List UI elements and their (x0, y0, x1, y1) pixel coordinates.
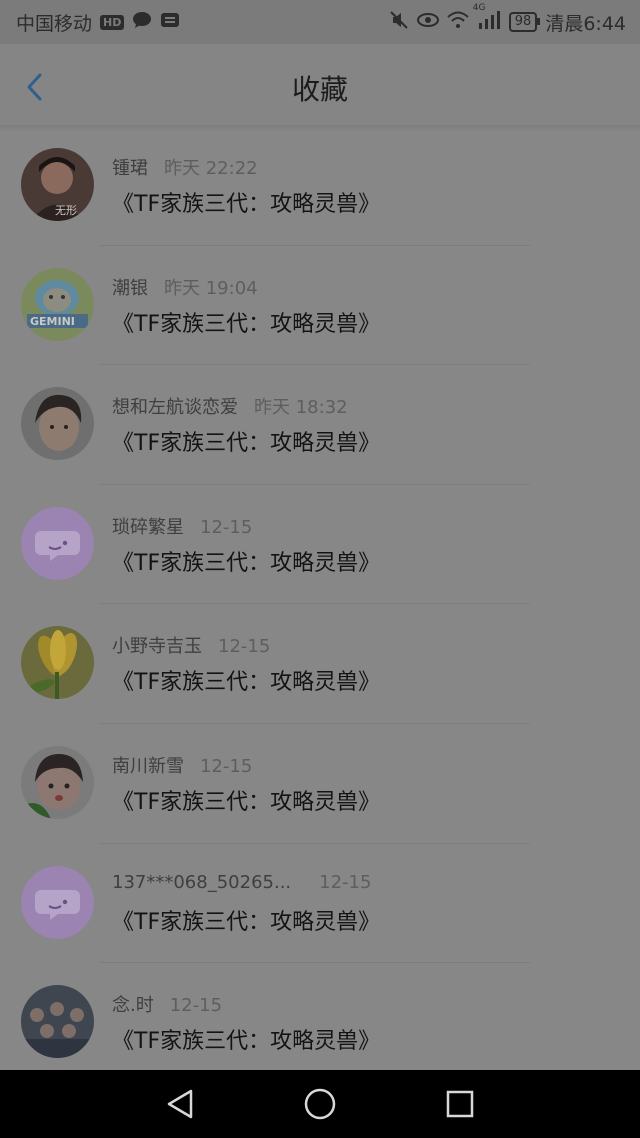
timestamp: 12-15 (169, 995, 223, 1017)
timestamp: 昨天 18:32 (254, 397, 348, 419)
avatar[interactable] (21, 985, 94, 1059)
timestamp: 12-15 (319, 871, 372, 893)
sender-name: 小野寺吉玉 (112, 636, 202, 658)
avatar[interactable] (21, 506, 94, 580)
avatar[interactable]: GEMINI (21, 267, 94, 341)
sender-name: 锺珺 (112, 158, 148, 179)
favorite-content: 《TF家族三代：攻略灵兽》 (112, 789, 381, 815)
favorite-content: 《TF家族三代：攻略灵兽》 (112, 311, 381, 337)
list-item[interactable]: 南川新雪 12-15 《TF家族三代：攻略灵兽》 (0, 724, 640, 844)
favorite-content: 《TF家族三代：攻略灵兽》 (112, 550, 381, 576)
svg-text:无形: 无形 (55, 204, 77, 217)
favorite-content: 《TF家族三代：攻略灵兽》 (112, 1029, 381, 1055)
triangle-back-icon (167, 1089, 193, 1119)
svg-text:GEMINI: GEMINI (30, 315, 75, 328)
navigation-bar (0, 1070, 640, 1138)
nav-home-button[interactable] (300, 1084, 340, 1124)
avatar[interactable] (21, 387, 94, 461)
sender-name: 念.时 (112, 995, 154, 1017)
sender-name: 137***068_50265... (112, 871, 292, 893)
nav-recent-button[interactable] (440, 1084, 480, 1124)
network-type-label: 4G (472, 2, 486, 13)
page-title: 收藏 (291, 73, 348, 106)
sender-name: 想和左航谈恋爱 (112, 397, 238, 419)
app-notification-icon (160, 11, 180, 34)
list-item[interactable]: 无形 锺珺 昨天 22:22 《TF家族三代：攻略灵兽》 (0, 126, 640, 246)
wifi-icon (447, 11, 469, 34)
sender-name: 琐碎繁星 (112, 516, 184, 538)
favorite-content: 《TF家族三代：攻略灵兽》 (112, 192, 381, 217)
hd-badge: HD (100, 14, 125, 30)
timestamp: 12-15 (200, 516, 253, 538)
timestamp: 昨天 19:04 (164, 277, 258, 299)
carrier-label: 中国移动 (16, 12, 93, 35)
avatar[interactable]: 无形 (21, 148, 94, 221)
square-recent-icon (446, 1090, 474, 1118)
timestamp: 12-15 (200, 755, 253, 777)
list-item[interactable]: 137***068_50265... 12-15 《TF家族三代：攻略灵兽》 (0, 844, 640, 964)
status-bar: 中国移动 HD 4G 98 清晨6:44 (0, 0, 640, 44)
nav-back-button[interactable] (160, 1084, 200, 1124)
timestamp: 昨天 22:22 (164, 158, 258, 179)
favorite-content: 《TF家族三代：攻略灵兽》 (112, 670, 381, 696)
avatar[interactable] (21, 626, 94, 700)
sender-name: 南川新雪 (112, 755, 184, 777)
circle-home-icon (304, 1088, 336, 1120)
favorite-content: 《TF家族三代：攻略灵兽》 (112, 909, 381, 935)
list-item[interactable]: 小野寺吉玉 12-15 《TF家族三代：攻略灵兽》 (0, 604, 640, 724)
list-item[interactable]: 想和左航谈恋爱 昨天 18:32 《TF家族三代：攻略灵兽》 (0, 365, 640, 485)
avatar[interactable] (21, 865, 94, 939)
sender-name: 潮银 (112, 277, 148, 299)
list-item[interactable]: GEMINI 潮银 昨天 19:04 《TF家族三代：攻略灵兽》 (0, 246, 640, 366)
message-icon (132, 11, 152, 34)
timestamp: 12-15 (218, 636, 271, 658)
clock: 清晨6:44 (545, 12, 626, 35)
favorites-list: 无形 锺珺 昨天 22:22 《TF家族三代：攻略灵兽》 GEMINI 潮银 昨天 … (0, 126, 640, 1070)
list-item[interactable]: 琐碎繁星 12-15 《TF家族三代：攻略灵兽》 (0, 485, 640, 605)
favorite-content: 《TF家族三代：攻略灵兽》 (112, 431, 381, 457)
list-item[interactable]: 念.时 12-15 《TF家族三代：攻略灵兽》 (0, 963, 640, 1070)
header: 收藏 (0, 44, 640, 126)
eye-icon (416, 11, 439, 33)
signal-icon: 4G (473, 3, 501, 34)
avatar[interactable] (21, 745, 94, 819)
mute-icon (389, 10, 409, 35)
battery-indicator: 98 (508, 12, 540, 32)
